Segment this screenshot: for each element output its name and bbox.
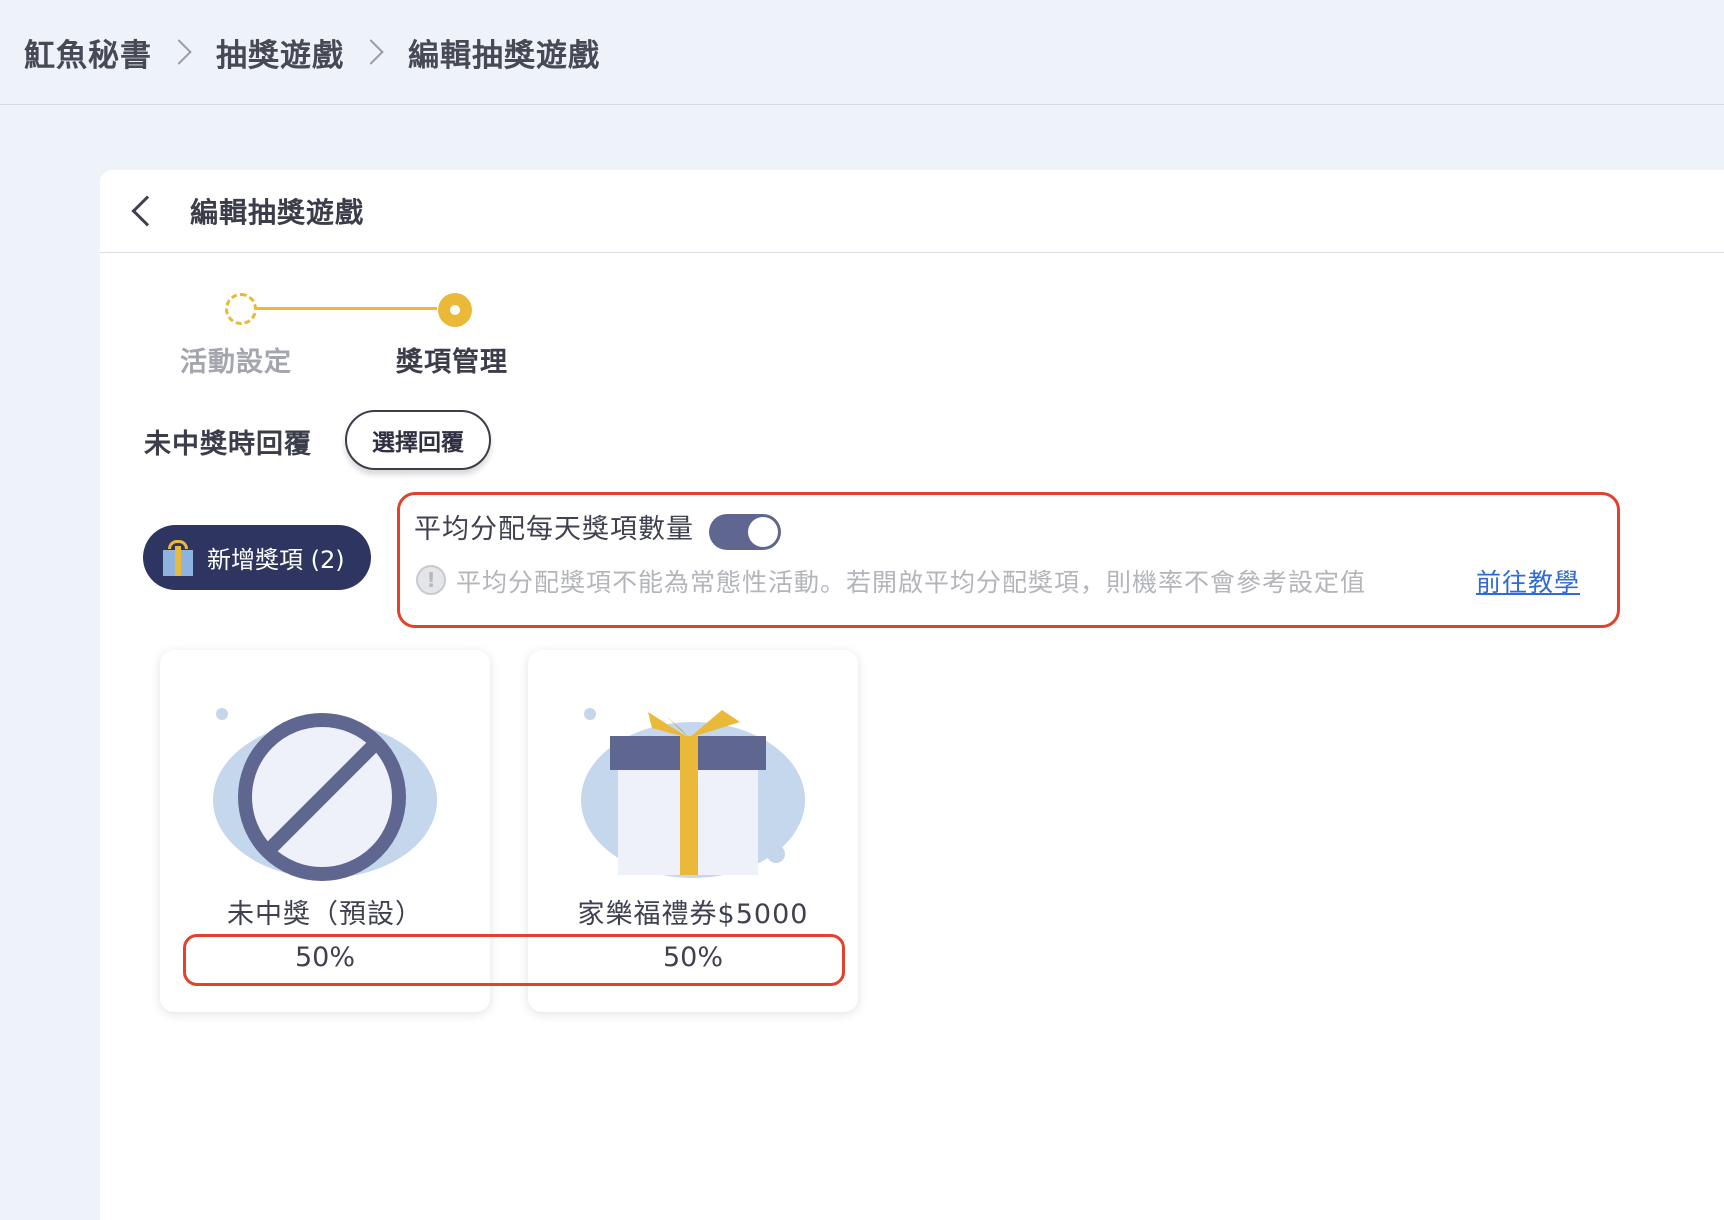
gift-icon <box>581 708 805 878</box>
back-arrow-icon[interactable] <box>131 195 163 227</box>
exclamation-icon: ! <box>416 565 446 595</box>
step-connector <box>242 307 437 310</box>
add-prize-label: 新增獎項 (2) <box>207 546 345 574</box>
tutorial-link[interactable]: 前往教學 <box>1476 563 1580 599</box>
prize-name: 家樂福禮券$5000 <box>577 899 809 930</box>
probability-highlight <box>183 934 845 986</box>
average-distribution-toggle[interactable] <box>709 514 781 550</box>
average-distribution-warning: 平均分配獎項不能為常態性活動。若開啟平均分配獎項，則機率不會參考設定值 <box>456 568 1367 597</box>
step-label-activity-settings[interactable]: 活動設定 <box>180 340 292 379</box>
average-distribution-label: 平均分配每天獎項數量 <box>414 514 694 545</box>
breadcrumb-item-lottery[interactable]: 抽獎遊戲 <box>216 30 344 75</box>
no-prize-icon <box>213 708 437 881</box>
chevron-right-icon <box>166 39 192 65</box>
prize-name: 未中獎（預設） <box>227 899 423 930</box>
no-prize-reply-label: 未中獎時回覆 <box>144 429 312 460</box>
breadcrumb-item-home[interactable]: 魟魚秘書 <box>24 30 152 75</box>
choose-reply-button[interactable]: 選擇回覆 <box>345 410 491 470</box>
page-title: 編輯抽獎遊戲 <box>190 196 365 229</box>
card-header: 編輯抽獎遊戲 <box>100 170 1724 253</box>
gift-icon <box>161 539 195 576</box>
step-label-prize-management[interactable]: 獎項管理 <box>396 340 508 379</box>
add-prize-button[interactable]: 新增獎項 (2) <box>143 525 371 590</box>
edit-lottery-card: 編輯抽獎遊戲 活動設定 獎項管理 未中獎時回覆 選擇回覆 新增獎項 (2) 平均… <box>100 170 1724 1220</box>
step-dot-prize-management[interactable] <box>438 293 472 327</box>
breadcrumb: 魟魚秘書 抽獎遊戲 編輯抽獎遊戲 <box>0 0 1724 105</box>
step-dot-activity-settings[interactable] <box>225 293 257 325</box>
step-progress: 活動設定 獎項管理 <box>180 280 520 400</box>
chevron-right-icon <box>358 39 384 65</box>
breadcrumb-item-current: 編輯抽獎遊戲 <box>408 37 600 74</box>
